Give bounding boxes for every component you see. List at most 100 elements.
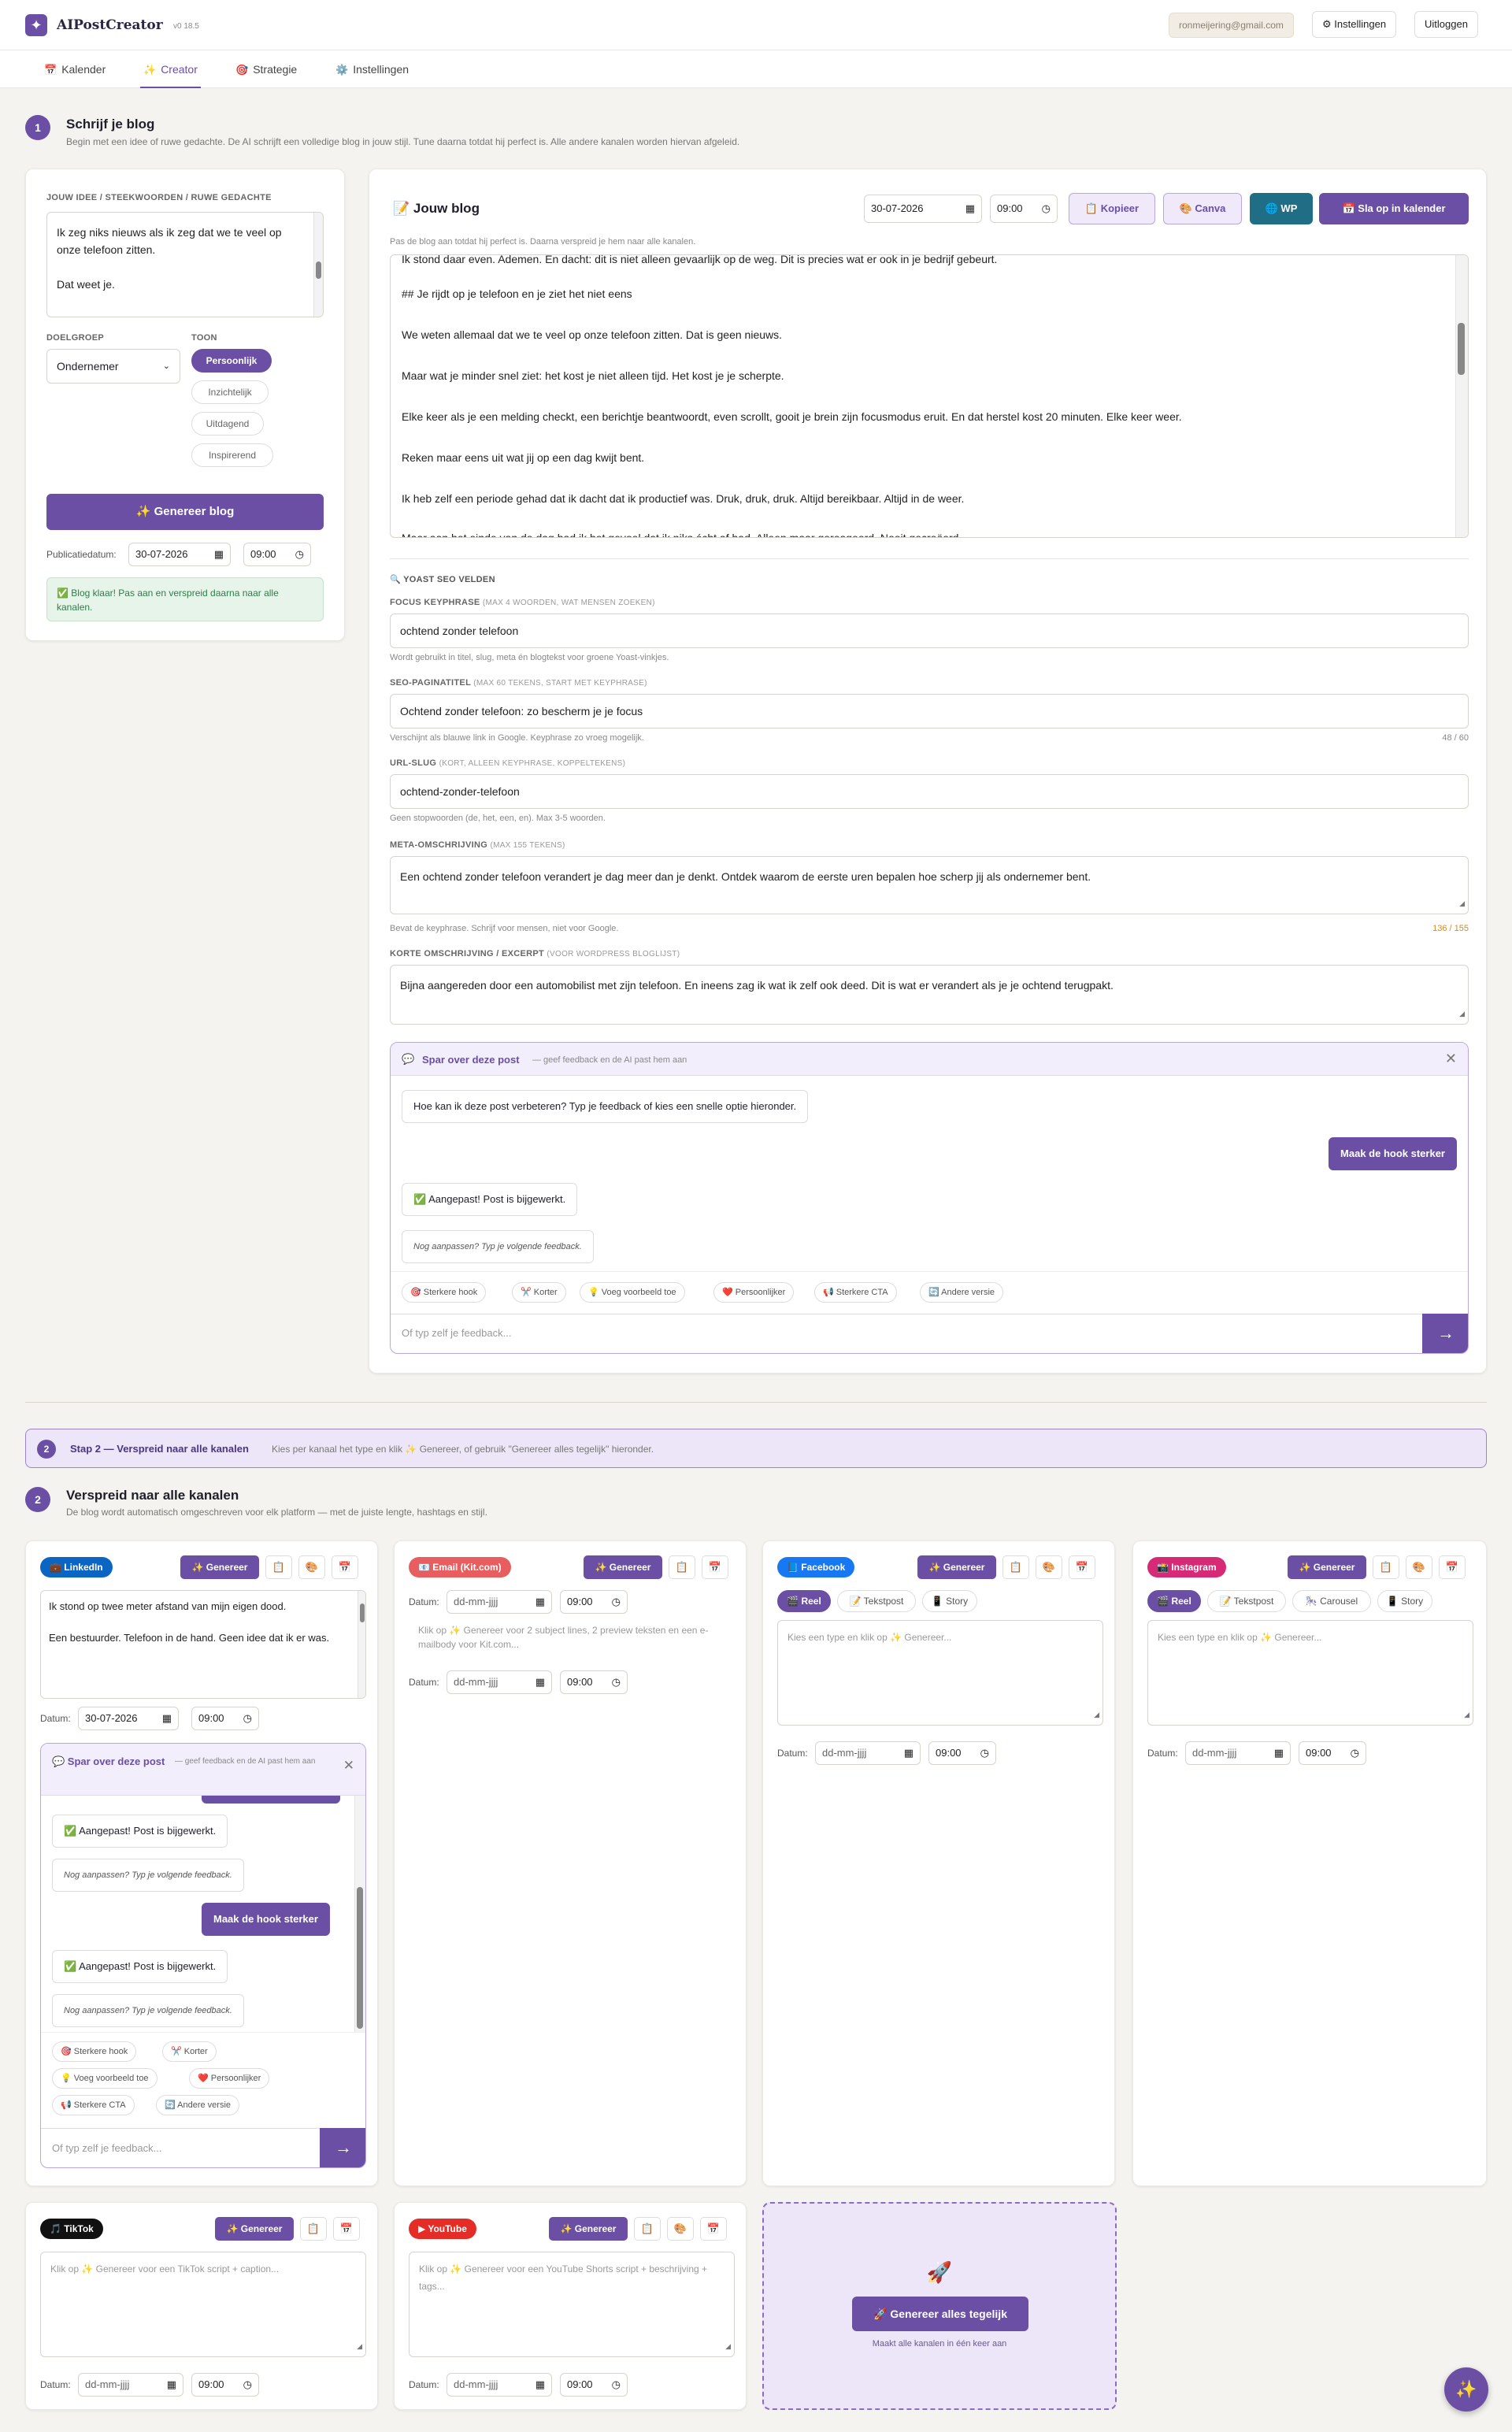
scrollbar-thumb[interactable]: [1458, 323, 1465, 375]
email-time-input[interactable]: 09:00 ◷: [560, 1590, 628, 1614]
type-carousel[interactable]: 🎠 Carousel: [1292, 1590, 1371, 1612]
chip-sterkere-cta[interactable]: 📢 Sterkere CTA: [814, 1282, 897, 1303]
copy-icon[interactable]: 📋: [1373, 1555, 1399, 1579]
tab-kalender[interactable]: 📅 Kalender: [41, 50, 109, 88]
generate-blog-button[interactable]: ✨ Genereer blog: [46, 494, 324, 530]
youtube-textarea[interactable]: Klik op ✨ Genereer voor een YouTube Shor…: [409, 2252, 735, 2357]
copy-icon[interactable]: 📋: [265, 1555, 292, 1579]
copy-icon[interactable]: 📋: [634, 2217, 661, 2241]
chat-input[interactable]: Of typ zelf je feedback...: [41, 2128, 320, 2167]
generate-all-button[interactable]: 🚀 Genereer alles tegelijk: [852, 2297, 1028, 2331]
chip-korter[interactable]: ✂️ Korter: [512, 1282, 566, 1303]
facebook-time-input[interactable]: 09:00 ◷: [928, 1741, 996, 1765]
chip-andere-versie[interactable]: 🔄 Andere versie: [920, 1282, 1004, 1303]
palette-icon[interactable]: 🎨: [298, 1555, 325, 1579]
settings-button[interactable]: ⚙ Instellingen: [1312, 11, 1397, 38]
tiktok-generate-button[interactable]: ✨ Genereer: [215, 2217, 294, 2241]
chat-input[interactable]: Of typ zelf je feedback...: [391, 1314, 1422, 1353]
resize-handle-icon[interactable]: ◢: [357, 2337, 362, 2355]
palette-icon[interactable]: 🎨: [1406, 1555, 1432, 1579]
chip-sterkere-cta[interactable]: 📢 Sterkere CTA: [52, 2095, 135, 2115]
resize-handle-icon[interactable]: ◢: [1459, 1005, 1465, 1022]
calendar-icon[interactable]: 📅: [1439, 1555, 1466, 1579]
type-tekstpost[interactable]: 📝 Tekstpost: [1207, 1590, 1286, 1612]
type-reel[interactable]: 🎬 Reel: [777, 1590, 831, 1612]
chip-voorbeeld[interactable]: 💡 Voeg voorbeeld toe: [580, 1282, 685, 1303]
calendar-icon[interactable]: 📅: [702, 1555, 728, 1579]
tab-instellingen[interactable]: ⚙️ Instellingen: [332, 50, 412, 88]
instagram-date-input[interactable]: dd-mm-jjjj ▦: [1185, 1741, 1291, 1765]
close-icon[interactable]: ✕: [343, 1758, 354, 1774]
palette-icon[interactable]: 🎨: [667, 2217, 694, 2241]
type-tekstpost[interactable]: 📝 Tekstpost: [837, 1590, 916, 1612]
email-time-input-2[interactable]: 09:00 ◷: [560, 1670, 628, 1694]
chip-sterkere-hook[interactable]: 🎯 Sterkere hook: [402, 1282, 487, 1303]
resize-handle-icon[interactable]: ◢: [1464, 1706, 1469, 1723]
facebook-generate-button[interactable]: ✨ Genereer: [917, 1555, 996, 1579]
tiktok-textarea[interactable]: Klik op ✨ Genereer voor een TikTok scrip…: [40, 2252, 366, 2357]
tiktok-time-input[interactable]: 09:00 ◷: [191, 2373, 259, 2397]
chip-sterkere-hook[interactable]: 🎯 Sterkere hook: [52, 2041, 137, 2062]
scrollbar[interactable]: [313, 213, 323, 317]
scrollbar[interactable]: [358, 1591, 365, 1698]
instagram-time-input[interactable]: 09:00 ◷: [1299, 1741, 1366, 1765]
resize-handle-icon[interactable]: ◢: [725, 2337, 731, 2355]
youtube-date-input[interactable]: dd-mm-jjjj ▦: [447, 2373, 552, 2397]
meta-textarea[interactable]: Een ochtend zonder telefoon verandert je…: [390, 856, 1469, 914]
type-story[interactable]: 📱 Story: [1377, 1590, 1432, 1612]
copy-button[interactable]: 📋 Kopieer: [1069, 193, 1155, 224]
chip-andere-versie[interactable]: 🔄 Andere versie: [156, 2095, 240, 2115]
save-to-calendar-button[interactable]: 📅 Sla op in kalender: [1319, 193, 1469, 224]
calendar-icon[interactable]: 📅: [700, 2217, 727, 2241]
logout-button[interactable]: Uitloggen: [1414, 11, 1478, 38]
type-reel[interactable]: 🎬 Reel: [1147, 1590, 1201, 1612]
send-button[interactable]: →: [320, 2128, 365, 2167]
idea-textarea[interactable]: Ik zeg niks nieuws als ik zeg dat we te …: [46, 212, 324, 317]
chip-korter[interactable]: ✂️ Korter: [162, 2041, 217, 2062]
tone-persoonlijk[interactable]: Persoonlijk: [191, 349, 272, 373]
copy-icon[interactable]: 📋: [669, 1555, 695, 1579]
blog-editor[interactable]: Ik stond daar even. Ademen. En dacht: di…: [390, 254, 1469, 538]
linkedin-generate-button[interactable]: ✨ Genereer: [180, 1555, 259, 1579]
pubdate-input[interactable]: 30-07-2026 ▦: [128, 543, 231, 566]
linkedin-time-input[interactable]: 09:00 ◷: [191, 1707, 259, 1730]
tone-inspirerend[interactable]: Inspirerend: [191, 443, 273, 467]
resize-handle-icon[interactable]: ◢: [1094, 1706, 1099, 1723]
tone-uitdagend[interactable]: Uitdagend: [191, 412, 264, 436]
scrollbar[interactable]: [1455, 255, 1468, 537]
tiktok-date-input[interactable]: dd-mm-jjjj ▦: [78, 2373, 183, 2397]
instagram-textarea[interactable]: Kies een type en klik op ✨ Genereer... ◢: [1147, 1620, 1473, 1726]
wordpress-button[interactable]: 🌐 WP: [1250, 193, 1313, 224]
canva-button[interactable]: 🎨 Canva: [1163, 193, 1242, 224]
tab-creator[interactable]: ✨ Creator: [140, 50, 201, 88]
instagram-generate-button[interactable]: ✨ Genereer: [1288, 1555, 1366, 1579]
scrollbar-thumb[interactable]: [357, 1887, 363, 2029]
close-icon[interactable]: ✕: [1445, 1051, 1457, 1067]
tab-strategie[interactable]: 🎯 Strategie: [232, 50, 300, 88]
linkedin-date-input[interactable]: 30-07-2026 ▦: [78, 1707, 179, 1730]
seo-title-input[interactable]: Ochtend zonder telefoon: zo bescherm je …: [390, 694, 1469, 728]
tone-inzichtelijk[interactable]: Inzichtelijk: [191, 380, 269, 404]
scrollbar[interactable]: [354, 1796, 365, 2032]
send-button[interactable]: →: [1422, 1314, 1468, 1353]
email-date-input[interactable]: dd-mm-jjjj ▦: [447, 1590, 552, 1614]
email-date-input-2[interactable]: dd-mm-jjjj ▦: [447, 1670, 552, 1694]
email-generate-button[interactable]: ✨ Genereer: [584, 1555, 662, 1579]
copy-icon[interactable]: 📋: [300, 2217, 327, 2241]
chip-voorbeeld[interactable]: 💡 Voeg voorbeeld toe: [52, 2068, 158, 2089]
pubtime-input[interactable]: 09:00 ◷: [243, 543, 311, 566]
chip-persoonlijker[interactable]: ❤️ Persoonlijker: [713, 1282, 795, 1303]
calendar-icon[interactable]: 📅: [333, 2217, 360, 2241]
youtube-time-input[interactable]: 09:00 ◷: [560, 2373, 628, 2397]
palette-icon[interactable]: 🎨: [1036, 1555, 1062, 1579]
sparkle-fab-button[interactable]: ✨: [1444, 2367, 1488, 2412]
blog-time-input[interactable]: 09:00 ◷: [990, 195, 1058, 223]
blog-date-input[interactable]: 30-07-2026 ▦: [864, 195, 982, 223]
keyphrase-input[interactable]: ochtend zonder telefoon: [390, 614, 1469, 648]
linkedin-textarea[interactable]: Ik stond op twee meter afstand van mijn …: [40, 1590, 366, 1699]
chip-persoonlijker[interactable]: ❤️ Persoonlijker: [189, 2068, 270, 2089]
copy-icon[interactable]: 📋: [1002, 1555, 1029, 1579]
type-story[interactable]: 📱 Story: [922, 1590, 977, 1612]
slug-input[interactable]: ochtend-zonder-telefoon: [390, 774, 1469, 809]
audience-select[interactable]: Ondernemer ⌄: [46, 349, 180, 384]
